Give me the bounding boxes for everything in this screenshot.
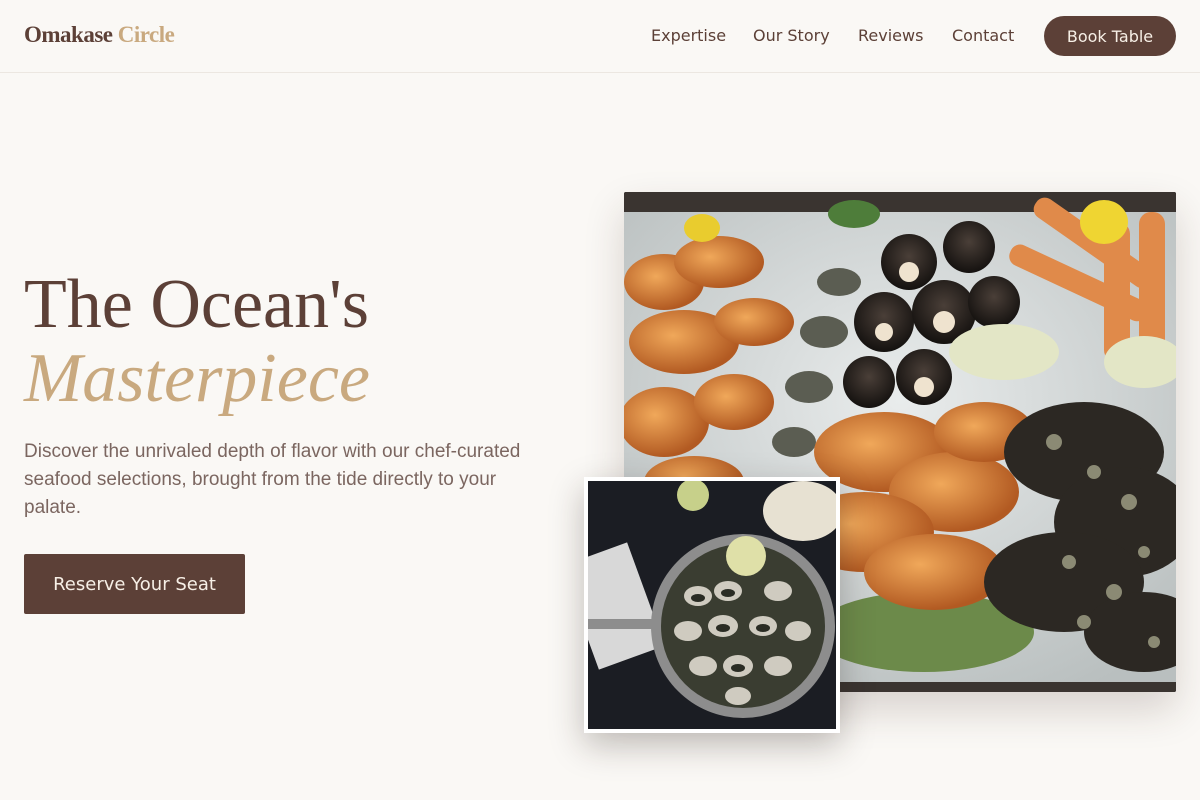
- brand-name-accent: Circle: [117, 22, 175, 47]
- nav-link-reviews[interactable]: Reviews: [858, 26, 923, 45]
- nav-link-our-story[interactable]: Our Story: [753, 26, 830, 45]
- brand-name-main: Omakase: [24, 22, 113, 47]
- hero-title: The Ocean's Masterpiece: [24, 268, 370, 416]
- clams-pan-illustration: [588, 481, 836, 729]
- clams-pan-image: [584, 477, 840, 733]
- book-table-button[interactable]: Book Table: [1044, 16, 1176, 56]
- brand-logo[interactable]: Omakase Circle: [24, 22, 175, 48]
- nav-link-expertise[interactable]: Expertise: [651, 26, 726, 45]
- hero-title-line1: The Ocean's: [24, 266, 369, 343]
- site-header: Omakase Circle Expertise Our Story Revie…: [0, 0, 1200, 73]
- reserve-seat-button[interactable]: Reserve Your Seat: [24, 554, 245, 614]
- hero-description: Discover the unrivaled depth of flavor w…: [24, 441, 521, 518]
- nav-link-contact[interactable]: Contact: [952, 26, 1014, 45]
- hero-title-line2: Masterpiece: [24, 340, 370, 417]
